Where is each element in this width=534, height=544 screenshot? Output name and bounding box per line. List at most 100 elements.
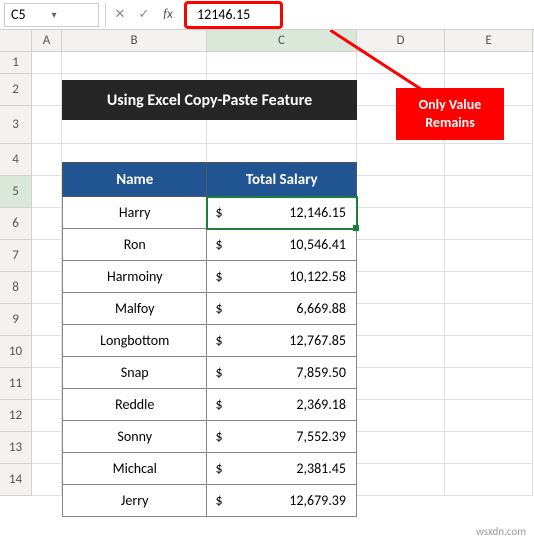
cell[interactable] bbox=[445, 304, 533, 336]
cell-salary[interactable]: $10,546.41 bbox=[207, 229, 357, 261]
cancel-icon[interactable]: ✕ bbox=[108, 3, 132, 27]
cell[interactable] bbox=[357, 368, 445, 400]
name-box-value: C5 bbox=[11, 6, 52, 23]
cell[interactable] bbox=[445, 208, 533, 240]
cell-name[interactable]: Malfoy bbox=[63, 293, 207, 325]
header-salary[interactable]: Total Salary bbox=[207, 163, 357, 197]
cell[interactable] bbox=[32, 176, 62, 208]
currency-symbol: $ bbox=[215, 300, 222, 317]
cell[interactable] bbox=[357, 144, 445, 176]
row-header[interactable]: 3 bbox=[0, 106, 32, 144]
cell-name[interactable]: Michcal bbox=[63, 453, 207, 485]
data-table: Name Total Salary Harry$12,146.15Ron$10,… bbox=[62, 162, 357, 517]
accept-icon[interactable]: ✓ bbox=[132, 3, 156, 27]
col-header-e[interactable]: E bbox=[445, 30, 533, 51]
row-header[interactable]: 7 bbox=[0, 240, 32, 272]
cell[interactable] bbox=[357, 400, 445, 432]
cell[interactable] bbox=[357, 304, 445, 336]
cell[interactable] bbox=[357, 52, 445, 74]
cell[interactable] bbox=[445, 432, 533, 464]
currency-symbol: $ bbox=[215, 428, 222, 445]
cell[interactable] bbox=[32, 74, 62, 106]
cell[interactable] bbox=[357, 240, 445, 272]
cell[interactable] bbox=[357, 176, 445, 208]
cell-name[interactable]: Harry bbox=[63, 197, 207, 229]
table-header-row: Name Total Salary bbox=[63, 163, 357, 197]
col-header-b[interactable]: B bbox=[62, 30, 207, 51]
cell[interactable] bbox=[32, 106, 62, 144]
cell[interactable] bbox=[445, 144, 533, 176]
row-header[interactable]: 10 bbox=[0, 336, 32, 368]
row-header[interactable]: 8 bbox=[0, 272, 32, 304]
cell[interactable] bbox=[357, 272, 445, 304]
cell[interactable] bbox=[445, 464, 533, 496]
cell-name[interactable]: Reddle bbox=[63, 389, 207, 421]
row-header[interactable]: 5 bbox=[0, 176, 32, 208]
fx-icon[interactable]: fx bbox=[156, 3, 180, 27]
cell[interactable] bbox=[445, 272, 533, 304]
cell[interactable] bbox=[445, 368, 533, 400]
name-box[interactable]: C5 ▾ bbox=[4, 3, 99, 27]
cell-name[interactable]: Snap bbox=[63, 357, 207, 389]
formula-value[interactable]: 12146.15 bbox=[197, 6, 250, 23]
row-header[interactable]: 2 bbox=[0, 74, 32, 106]
select-all-corner[interactable] bbox=[0, 30, 32, 51]
row-header[interactable]: 6 bbox=[0, 208, 32, 240]
salary-value: 10,546.41 bbox=[289, 236, 346, 253]
cell-name[interactable]: Harmoiny bbox=[63, 261, 207, 293]
cell[interactable] bbox=[32, 432, 62, 464]
salary-value: 7,859.50 bbox=[296, 364, 346, 381]
currency-symbol: $ bbox=[215, 364, 222, 381]
cell[interactable] bbox=[32, 464, 62, 496]
currency-symbol: $ bbox=[215, 492, 222, 509]
col-header-a[interactable]: A bbox=[32, 30, 62, 51]
cell[interactable] bbox=[32, 400, 62, 432]
cell-salary[interactable]: $10,122.58 bbox=[207, 261, 357, 293]
table-row: Harry$12,146.15 bbox=[63, 197, 357, 229]
row-header[interactable]: 12 bbox=[0, 400, 32, 432]
cell[interactable] bbox=[207, 52, 357, 74]
cell-salary[interactable]: $7,552.39 bbox=[207, 421, 357, 453]
cell-salary[interactable]: $6,669.88 bbox=[207, 293, 357, 325]
row-header[interactable]: 11 bbox=[0, 368, 32, 400]
header-name[interactable]: Name bbox=[63, 163, 207, 197]
row-header[interactable]: 14 bbox=[0, 464, 32, 496]
cell-salary[interactable]: $12,767.85 bbox=[207, 325, 357, 357]
cell[interactable] bbox=[32, 368, 62, 400]
cell-name[interactable]: Ron bbox=[63, 229, 207, 261]
cell[interactable] bbox=[32, 272, 62, 304]
col-header-d[interactable]: D bbox=[357, 30, 445, 51]
cell[interactable] bbox=[445, 52, 533, 74]
cell[interactable] bbox=[32, 144, 62, 176]
row-header[interactable]: 1 bbox=[0, 52, 32, 74]
row-header[interactable]: 4 bbox=[0, 144, 32, 176]
col-header-c[interactable]: C bbox=[207, 30, 357, 51]
cell[interactable] bbox=[32, 52, 62, 74]
cell-salary[interactable]: $12,146.15 bbox=[207, 197, 357, 229]
cell-name[interactable]: Longbottom bbox=[63, 325, 207, 357]
cell[interactable] bbox=[445, 176, 533, 208]
row-header[interactable]: 13 bbox=[0, 432, 32, 464]
cell-salary[interactable]: $7,859.50 bbox=[207, 357, 357, 389]
cell[interactable] bbox=[62, 52, 207, 74]
cell[interactable] bbox=[357, 432, 445, 464]
cell-name[interactable]: Sonny bbox=[63, 421, 207, 453]
table-row: Snap$7,859.50 bbox=[63, 357, 357, 389]
cell[interactable] bbox=[357, 208, 445, 240]
cell[interactable] bbox=[357, 336, 445, 368]
cell-salary[interactable]: $2,369.18 bbox=[207, 389, 357, 421]
cell[interactable] bbox=[32, 336, 62, 368]
row-header[interactable]: 9 bbox=[0, 304, 32, 336]
cell[interactable] bbox=[32, 240, 62, 272]
cell[interactable] bbox=[445, 240, 533, 272]
cell-name[interactable]: Jerry bbox=[63, 485, 207, 517]
cell[interactable] bbox=[445, 400, 533, 432]
cell[interactable] bbox=[32, 208, 62, 240]
cell[interactable] bbox=[357, 464, 445, 496]
cell-salary[interactable]: $2,381.45 bbox=[207, 453, 357, 485]
chevron-down-icon[interactable]: ▾ bbox=[52, 8, 93, 21]
cell-salary[interactable]: $12,679.39 bbox=[207, 485, 357, 517]
watermark: wsxdn.com bbox=[476, 525, 526, 538]
cell[interactable] bbox=[445, 336, 533, 368]
cell[interactable] bbox=[32, 304, 62, 336]
